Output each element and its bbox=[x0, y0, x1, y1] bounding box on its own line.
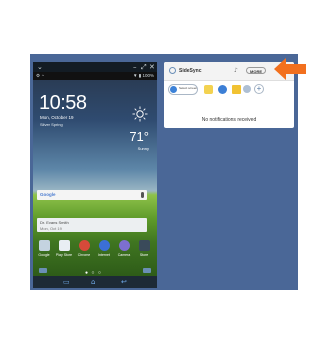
select-screen-label: Select screen bbox=[179, 86, 198, 90]
internet-icon bbox=[98, 240, 110, 251]
close-icon[interactable]: ✕ bbox=[149, 63, 155, 71]
status-icons-left: ⚙ ◔ bbox=[36, 73, 45, 78]
chevron-down-icon[interactable]: ⌄ bbox=[37, 63, 43, 71]
apps-drawer-icon[interactable] bbox=[39, 268, 47, 273]
app-internet[interactable]: Internet bbox=[95, 240, 113, 257]
app-label: Chrome bbox=[77, 253, 91, 257]
sun-icon bbox=[132, 106, 148, 122]
widget-title: Dr. Evans Smith bbox=[40, 220, 69, 225]
recent-apps-icon[interactable]: ▭ bbox=[63, 278, 70, 286]
weather-condition: Sunny bbox=[137, 146, 149, 151]
minimize-icon[interactable]: – bbox=[133, 63, 137, 71]
chrome-icon bbox=[78, 240, 90, 251]
home-icon[interactable]: ⌂ bbox=[91, 278, 95, 286]
calendar-widget[interactable]: Dr. Evans Smith Mon, Oct 19 bbox=[37, 218, 147, 232]
app-label: Play Store bbox=[55, 253, 73, 257]
notification-bell-icon[interactable]: ♪ bbox=[234, 66, 238, 75]
app-camera[interactable]: Camera bbox=[115, 240, 133, 257]
app-chrome[interactable]: Chrome bbox=[75, 240, 93, 257]
memo-icon[interactable] bbox=[204, 85, 213, 94]
desktop-window: ⌄ – ⤢ ✕ ⚙ ◔ ▼ ▮ 100% 10:58 Mon, October … bbox=[30, 54, 298, 290]
fullscreen-icon[interactable]: ⤢ bbox=[141, 63, 147, 71]
pointer-arrow-icon bbox=[274, 58, 306, 80]
settings-icon[interactable] bbox=[243, 85, 251, 93]
back-icon[interactable]: ↩ bbox=[121, 278, 127, 286]
app-store[interactable]: Store bbox=[135, 240, 153, 257]
more-button[interactable]: MORE bbox=[246, 67, 266, 74]
empty-notifications-message: No notifications received bbox=[201, 117, 257, 123]
google-search-bar[interactable]: Google bbox=[37, 190, 147, 200]
app-play-store[interactable]: Play Store bbox=[55, 240, 73, 257]
phone-status-bar: ⚙ ◔ ▼ ▮ 100% bbox=[33, 72, 157, 80]
microphone-icon[interactable] bbox=[141, 192, 144, 198]
app-label: Camera bbox=[117, 253, 131, 257]
phone-mirror-window[interactable]: ⌄ – ⤢ ✕ ⚙ ◔ ▼ ▮ 100% 10:58 Mon, October … bbox=[33, 62, 157, 288]
app-shortcut-row: Google Play Store Chrome Internet Camera… bbox=[33, 240, 157, 266]
app-label: Internet bbox=[98, 253, 110, 257]
phone-window-titlebar: ⌄ – ⤢ ✕ bbox=[33, 62, 157, 72]
select-screen-button[interactable]: Select screen bbox=[168, 84, 198, 95]
google-logo: Google bbox=[40, 192, 56, 197]
weather-location: Silver Spring bbox=[40, 122, 63, 127]
google-folder-icon bbox=[38, 240, 50, 251]
app-label: Google bbox=[38, 253, 50, 257]
clock-date: Mon, October 19 bbox=[40, 115, 74, 120]
sidesync-logo-icon bbox=[169, 67, 176, 74]
play-store-icon bbox=[58, 240, 70, 251]
sidesync-toolbar: Select screen + bbox=[164, 81, 294, 97]
widget-subtitle: Mon, Oct 19 bbox=[40, 226, 62, 231]
add-shortcut-button[interactable]: + bbox=[254, 84, 264, 94]
status-icons-right: ▼ ▮ 100% bbox=[133, 73, 154, 78]
app-label: Store bbox=[139, 253, 149, 257]
sidesync-title: SideSync bbox=[179, 68, 202, 74]
folder-icon[interactable] bbox=[232, 85, 241, 94]
clock-time: 10:58 bbox=[39, 92, 87, 114]
music-icon[interactable] bbox=[218, 85, 227, 94]
phone-navigation-bar: ▭ ⌂ ↩ bbox=[33, 276, 157, 288]
weather-temperature: 71° bbox=[129, 129, 149, 144]
menu-icon[interactable] bbox=[143, 268, 151, 273]
phone-screen-icon bbox=[170, 86, 177, 93]
store-icon bbox=[138, 240, 150, 251]
camera-icon bbox=[118, 240, 130, 251]
app-google[interactable]: Google bbox=[35, 240, 53, 257]
